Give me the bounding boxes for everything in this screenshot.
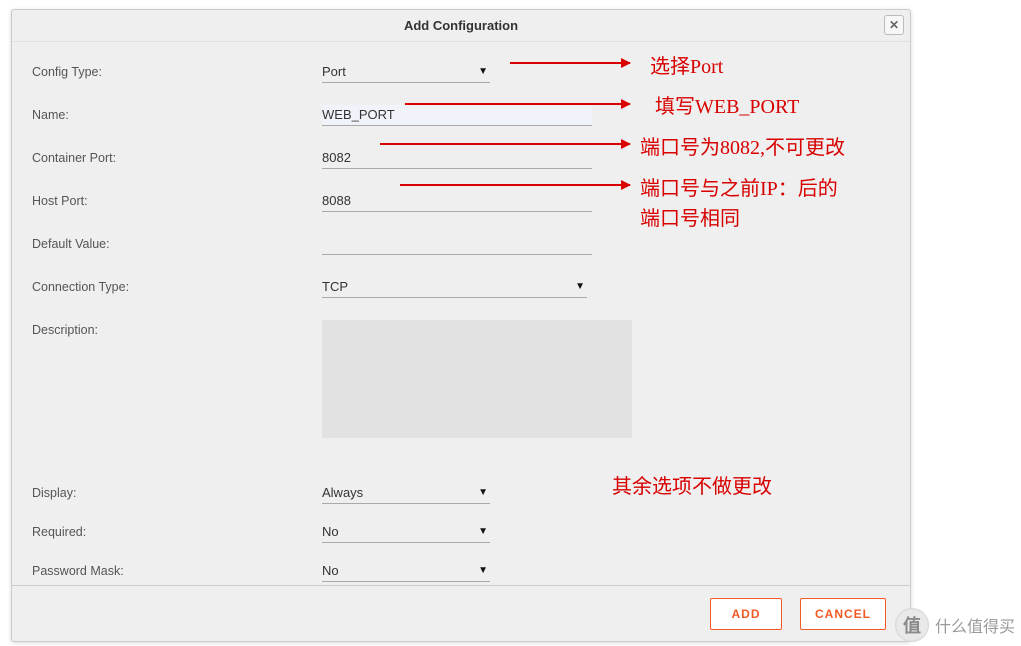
password-mask-value: No	[322, 563, 339, 578]
host-port-input[interactable]	[322, 191, 592, 212]
row-name: Name:	[32, 105, 890, 126]
cancel-button[interactable]: CANCEL	[800, 598, 886, 630]
password-mask-select[interactable]: No ▼	[322, 561, 490, 582]
close-button[interactable]: ✕	[884, 15, 904, 35]
description-textarea[interactable]	[322, 320, 632, 438]
label-password-mask: Password Mask:	[32, 561, 322, 578]
label-default-value: Default Value:	[32, 234, 322, 251]
chevron-down-icon: ▼	[478, 66, 488, 77]
label-container-port: Container Port:	[32, 148, 322, 165]
chevron-down-icon: ▼	[478, 487, 488, 498]
container-port-input[interactable]	[322, 148, 592, 169]
close-icon: ✕	[889, 18, 899, 32]
connection-type-value: TCP	[322, 279, 348, 294]
row-password-mask: Password Mask: No ▼	[32, 561, 890, 582]
row-description: Description:	[32, 320, 890, 443]
chevron-down-icon: ▼	[575, 281, 585, 292]
label-config-type: Config Type:	[32, 62, 322, 79]
dialog-header: Add Configuration ✕	[12, 10, 910, 42]
connection-type-select[interactable]: TCP ▼	[322, 277, 587, 298]
add-configuration-dialog: Add Configuration ✕ Config Type: Port ▼ …	[11, 9, 911, 642]
display-select[interactable]: Always ▼	[322, 483, 490, 504]
display-value: Always	[322, 485, 363, 500]
add-button[interactable]: ADD	[710, 598, 782, 630]
label-connection-type: Connection Type:	[32, 277, 322, 294]
label-name: Name:	[32, 105, 322, 122]
chevron-down-icon: ▼	[478, 565, 488, 576]
row-required: Required: No ▼	[32, 522, 890, 543]
row-config-type: Config Type: Port ▼	[32, 62, 890, 83]
watermark-text: 什么值得买	[935, 613, 1015, 637]
label-required: Required:	[32, 522, 322, 539]
required-select[interactable]: No ▼	[322, 522, 490, 543]
dialog-footer: ADD CANCEL	[12, 585, 910, 641]
row-container-port: Container Port:	[32, 148, 890, 169]
row-host-port: Host Port:	[32, 191, 890, 212]
dialog-body: Config Type: Port ▼ Name: Container Port…	[12, 42, 910, 582]
name-input[interactable]	[322, 105, 592, 126]
label-description: Description:	[32, 320, 322, 337]
watermark: 值 什么值得买	[895, 608, 1015, 642]
default-value-input[interactable]	[322, 234, 592, 255]
row-display: Display: Always ▼	[32, 483, 890, 504]
chevron-down-icon: ▼	[478, 526, 488, 537]
required-value: No	[322, 524, 339, 539]
label-display: Display:	[32, 483, 322, 500]
dialog-title: Add Configuration	[404, 18, 518, 33]
watermark-icon: 值	[895, 608, 929, 642]
label-host-port: Host Port:	[32, 191, 322, 208]
config-type-value: Port	[322, 64, 346, 79]
row-connection-type: Connection Type: TCP ▼	[32, 277, 890, 298]
config-type-select[interactable]: Port ▼	[322, 62, 490, 83]
row-default-value: Default Value:	[32, 234, 890, 255]
